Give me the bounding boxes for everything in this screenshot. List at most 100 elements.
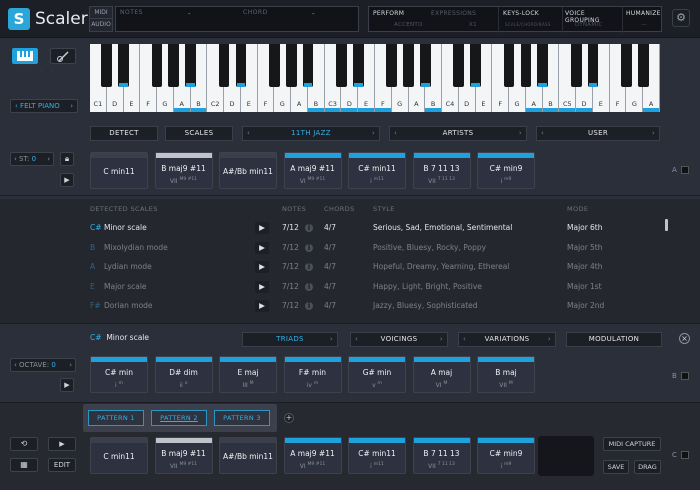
lock-icon[interactable]: 🔒︎ [60,152,74,166]
row-b-toggle[interactable] [681,372,689,380]
black-key[interactable] [453,44,465,87]
chord-pad[interactable]: C min11 [90,152,148,189]
chord-pad[interactable]: D# dim ii o [154,356,213,393]
black-key[interactable] [537,44,548,87]
scale-row[interactable]: E Major scale ▶ 7/12 i 4/7 Happy, Light, Brigh… [0,277,700,297]
chevron-left-icon[interactable]: ‹ [14,155,17,163]
chevron-right-icon[interactable]: › [440,333,443,346]
black-key[interactable] [168,44,180,87]
scrollbar-thumb[interactable] [665,219,668,231]
info-icon[interactable]: i [305,243,313,252]
chord-pad[interactable]: C# min i m [90,356,148,393]
chevron-right-icon[interactable]: › [548,333,551,346]
black-key[interactable] [570,44,582,87]
chevron-left-icon[interactable]: ‹ [15,102,18,110]
midi-audio-toggle[interactable]: MIDI AUDIO [89,6,113,32]
chord-pad[interactable]: A#/Bb min11 [219,152,277,189]
black-key[interactable] [285,44,297,87]
semitone-control[interactable]: ‹ ST: 0 › [10,152,54,166]
chord-pad[interactable]: A maj9 #11 VI M9 #11 [283,152,342,189]
chevron-left-icon[interactable]: ‹ [541,127,544,140]
chord-pad[interactable]: B 7 11 13 VII 7 11 13 [412,437,471,474]
expressions-label[interactable]: EXPRESSIONS [431,10,476,17]
chord-pad[interactable]: A#/Bb min11 [219,437,277,474]
pattern-3-button[interactable]: PATTERN 3 [214,410,270,426]
perform-cell[interactable]: PERFORM EXPRESSIONS ACCENTO X1 [369,7,499,33]
drop-zone[interactable] [538,436,594,476]
drag-button[interactable]: DRAG [634,460,661,474]
black-key[interactable] [336,44,347,87]
tab-user[interactable]: ‹ USER › [536,126,660,141]
chevron-right-icon[interactable]: › [372,127,375,140]
chord-pad[interactable]: G# min v m [348,356,406,393]
black-key[interactable] [403,44,414,87]
midi-label[interactable]: MIDI [90,7,112,19]
black-key[interactable] [637,44,649,87]
chord-pad[interactable]: C# min9 i m9 [477,437,535,474]
info-icon[interactable]: i [305,224,313,232]
row-c-toggle[interactable] [681,451,689,459]
tab-voicings[interactable]: ‹ VOICINGS › [350,332,448,347]
voice-grouping-cell[interactable]: VOICE GROUPING DYNAMIC [563,7,623,33]
black-key[interactable] [621,44,632,87]
black-key[interactable] [185,44,196,87]
info-icon[interactable]: i [305,302,313,310]
keys-lock-cell[interactable]: KEYS-LOCK SCALE/CHORD/BASS [499,7,563,33]
chord-pad[interactable]: C# min9 i m9 [477,152,535,189]
chevron-right-icon[interactable]: › [70,100,73,112]
play-button[interactable]: ▶ [48,437,76,451]
keyboard-view-button[interactable] [12,48,38,64]
scale-row[interactable]: F# Dorian mode ▶ 7/12 i 4/7 Jazzy, Bluesy, Sop… [0,296,700,316]
edit-button[interactable]: EDIT [48,458,76,472]
keys-lock-label[interactable]: KEYS-LOCK [503,10,539,17]
tab-variations[interactable]: ‹ VARIATIONS › [458,332,556,347]
black-key[interactable] [218,44,230,87]
chord-pad[interactable]: C# min11 i m11 [348,152,406,189]
black-key[interactable] [587,44,599,87]
chord-pad[interactable]: E maj III M [219,356,277,393]
chevron-right-icon[interactable]: › [330,333,333,346]
chevron-left-icon[interactable]: ‹ [247,127,250,140]
chord-pad[interactable]: B maj9 #11 VII M9 #11 [154,437,213,474]
tab-triads[interactable]: TRIADS › [242,332,338,347]
tab-11th-jazz[interactable]: ‹ 11TH JAZZ › [242,126,380,141]
perform-label[interactable]: PERFORM [373,10,404,17]
chevron-right-icon[interactable]: › [69,359,72,371]
play-button[interactable]: ▶ [60,173,74,187]
chevron-right-icon[interactable]: › [47,153,50,165]
humanize-label[interactable]: HUMANIZE [626,10,661,17]
black-key[interactable] [302,44,314,87]
guitar-view-button[interactable] [50,48,76,64]
play-button[interactable]: ▶ [255,261,269,273]
grid-icon[interactable]: ▦ [10,458,38,472]
gear-icon[interactable]: ⚙ [672,9,690,27]
black-key[interactable] [269,44,280,87]
row-a-toggle[interactable] [681,166,689,174]
chord-pad[interactable]: C min11 [90,437,148,474]
info-icon[interactable]: i [305,263,313,271]
chord-pad[interactable]: B maj9 #11 VII M9 #11 [154,152,213,189]
scale-row[interactable]: A Lydian mode ▶ 7/12 i 4/7 Hopeful, Dreamy, Ye… [0,257,700,277]
chevron-left-icon[interactable]: ‹ [355,333,358,346]
audio-label[interactable]: AUDIO [90,19,112,31]
black-key[interactable] [386,44,398,87]
pattern-2-button[interactable]: PATTERN 2 [151,410,207,426]
instrument-selector[interactable]: ‹ FELT PIANO › [10,99,78,113]
chord-pad[interactable]: A maj VI M [412,356,471,393]
chord-pad[interactable]: F# min iv m [283,356,342,393]
octave-control[interactable]: ‹ OCTAVE: 0 › [10,358,76,372]
info-icon[interactable]: i [305,282,313,291]
close-icon[interactable]: × [679,333,690,344]
chord-pad[interactable]: A maj9 #11 VI M9 #11 [283,437,342,474]
chevron-right-icon[interactable]: › [519,127,522,140]
chevron-left-icon[interactable]: ‹ [14,361,17,369]
humanize-cell[interactable]: HUMANIZE — [623,7,663,33]
pattern-1-button[interactable]: PATTERN 1 [88,410,144,426]
black-key[interactable] [503,44,515,87]
add-pattern-button[interactable]: + [284,413,294,423]
black-key[interactable] [470,44,481,87]
play-button[interactable]: ▶ [255,280,269,293]
chevron-right-icon[interactable]: › [652,127,655,140]
save-button[interactable]: SAVE [603,460,629,474]
black-key[interactable] [352,44,364,87]
